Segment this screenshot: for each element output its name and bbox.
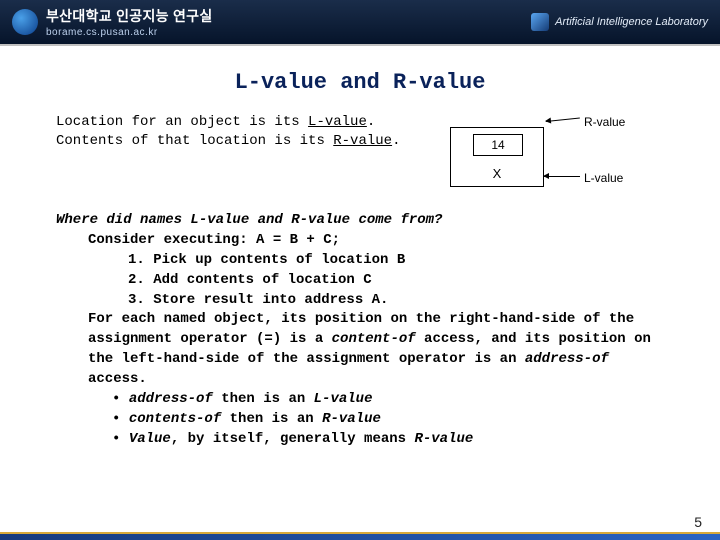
header-titles: 부산대학교 인공지능 연구실 borame.cs.pusan.ac.kr (46, 6, 213, 38)
university-logo-icon (12, 9, 38, 35)
diagram-outer-box: 14 X (450, 127, 544, 187)
intro-row: Location for an object is its L-value. C… (56, 113, 664, 197)
b3b: Value (129, 431, 171, 447)
b2b: contents-of (129, 411, 221, 427)
intro-text-3: . (392, 133, 400, 149)
b2a: • (112, 411, 129, 427)
arrow-rvalue-icon (546, 117, 580, 122)
logo-cluster: 부산대학교 인공지능 연구실 borame.cs.pusan.ac.kr (12, 6, 213, 38)
intro-lvalue: L-value (308, 114, 367, 130)
b2c: then is an (221, 411, 322, 427)
body-step-1: 1. Pick up contents of location B (56, 251, 664, 271)
b1c: then is an (213, 391, 314, 407)
diagram-rvalue-label: R-value (584, 115, 625, 129)
header-sub-url: borame.cs.pusan.ac.kr (46, 27, 213, 38)
intro-paragraph: Location for an object is its L-value. C… (56, 113, 430, 151)
b3c: , by itself, generally means (171, 431, 415, 447)
b2d: R-value (322, 411, 381, 427)
lab-name: Artificial Intelligence Laboratory (531, 13, 708, 31)
bullet-3: • Value, by itself, generally means R-va… (56, 430, 664, 450)
body-content: Where did names L-value and R-value come… (56, 211, 664, 450)
b3a: • (112, 431, 129, 447)
b1b: address-of (129, 391, 213, 407)
b1d: L-value (314, 391, 373, 407)
slide-title: L-value and R-value (56, 70, 664, 95)
diagram-x-label: X (451, 166, 543, 181)
diagram-inner-box: 14 (473, 134, 523, 156)
bullet-2: • contents-of then is an R-value (56, 410, 664, 430)
value-diagram: 14 X R-value L-value (444, 113, 664, 197)
footer-bar (0, 534, 720, 540)
para-content-of: content-of (332, 331, 416, 347)
slide-header: 부산대학교 인공지능 연구실 borame.cs.pusan.ac.kr Art… (0, 0, 720, 44)
header-korean-title: 부산대학교 인공지능 연구실 (46, 6, 213, 26)
intro-text-1: Location for an object is its (56, 114, 308, 130)
body-step-2: 2. Add contents of location C (56, 271, 664, 291)
b3d: R-value (414, 431, 473, 447)
page-number: 5 (694, 514, 702, 530)
para-c: access. (88, 371, 147, 387)
bullet-1: • address-of then is an L-value (56, 390, 664, 410)
body-paragraph: For each named object, its position on t… (56, 310, 664, 390)
slide-body: L-value and R-value Location for an obje… (0, 46, 720, 458)
intro-rvalue: R-value (333, 133, 392, 149)
body-question: Where did names L-value and R-value come… (56, 211, 664, 231)
b1a: • (112, 391, 129, 407)
para-address-of: address-of (525, 351, 609, 367)
body-step-3: 3. Store result into address A. (56, 291, 664, 311)
lab-name-text: Artificial Intelligence Laboratory (555, 16, 708, 28)
arrow-lvalue-icon (544, 176, 580, 177)
lab-logo-icon (531, 13, 549, 31)
diagram-lvalue-label: L-value (584, 171, 623, 185)
body-consider: Consider executing: A = B + C; (56, 231, 664, 251)
